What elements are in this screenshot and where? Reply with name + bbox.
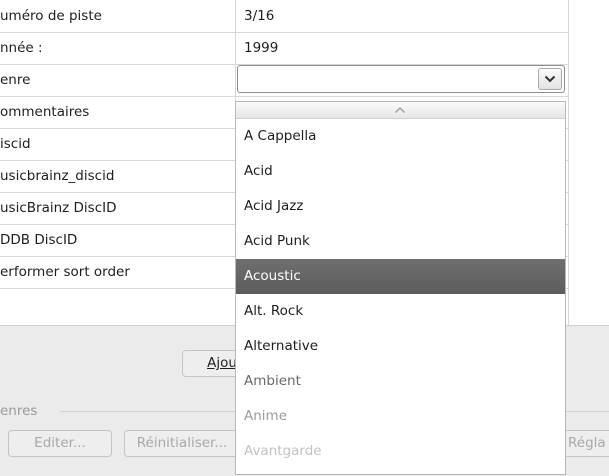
field-value[interactable]: 1999 [244, 32, 278, 64]
edit-button-label: Editer... [34, 435, 86, 451]
dropdown-item[interactable]: Acid Punk [236, 224, 565, 259]
chevron-up-icon [395, 107, 405, 113]
field-label: erformer sort order [0, 264, 130, 280]
edit-button[interactable]: Editer... [8, 430, 112, 457]
field-value[interactable]: 3/16 [244, 0, 274, 32]
table-row[interactable]: nnée : 1999 [0, 32, 569, 65]
field-label: usicbrainz_discid [0, 168, 115, 184]
field-label: ommentaires [0, 104, 90, 120]
chevron-down-icon [544, 75, 556, 83]
reset-button[interactable]: Réinitialiser... [124, 430, 240, 457]
field-label: DDB DiscID [0, 232, 78, 248]
dropdown-item[interactable]: Alternative [236, 329, 565, 364]
add-button-label: Ajou [207, 355, 237, 371]
genre-combobox[interactable] [237, 65, 565, 93]
field-label: usicBrainz DiscID [0, 200, 117, 216]
field-label: nnée : [0, 40, 43, 56]
dropdown-item[interactable]: A Cappella [236, 119, 565, 154]
dropdown-scroll-up[interactable] [236, 102, 565, 119]
field-label: uméro de piste [0, 8, 102, 24]
settings-button-label: Régla [568, 435, 606, 451]
field-label: iscid [0, 136, 31, 152]
dropdown-item[interactable]: Alt. Rock [236, 294, 565, 329]
table-row[interactable]: uméro de piste 3/16 [0, 0, 569, 33]
genres-section-label: enres [0, 403, 38, 419]
table-border [568, 0, 569, 325]
field-label: enre [0, 72, 31, 88]
reset-button-label: Réinitialiser... [136, 435, 228, 451]
dropdown-item[interactable]: Ambient [236, 364, 565, 399]
dropdown-item[interactable]: Anime [236, 399, 565, 434]
dropdown-item[interactable]: Acid Jazz [236, 189, 565, 224]
dropdown-item-selected[interactable]: Acoustic [236, 259, 565, 294]
genre-dropdown-list[interactable]: A Cappella Acid Acid Jazz Acid Punk Acou… [235, 101, 566, 475]
genre-combobox-button[interactable] [538, 68, 562, 90]
dropdown-item[interactable]: Avantgarde [236, 434, 565, 469]
dropdown-item[interactable]: Acid [236, 154, 565, 189]
